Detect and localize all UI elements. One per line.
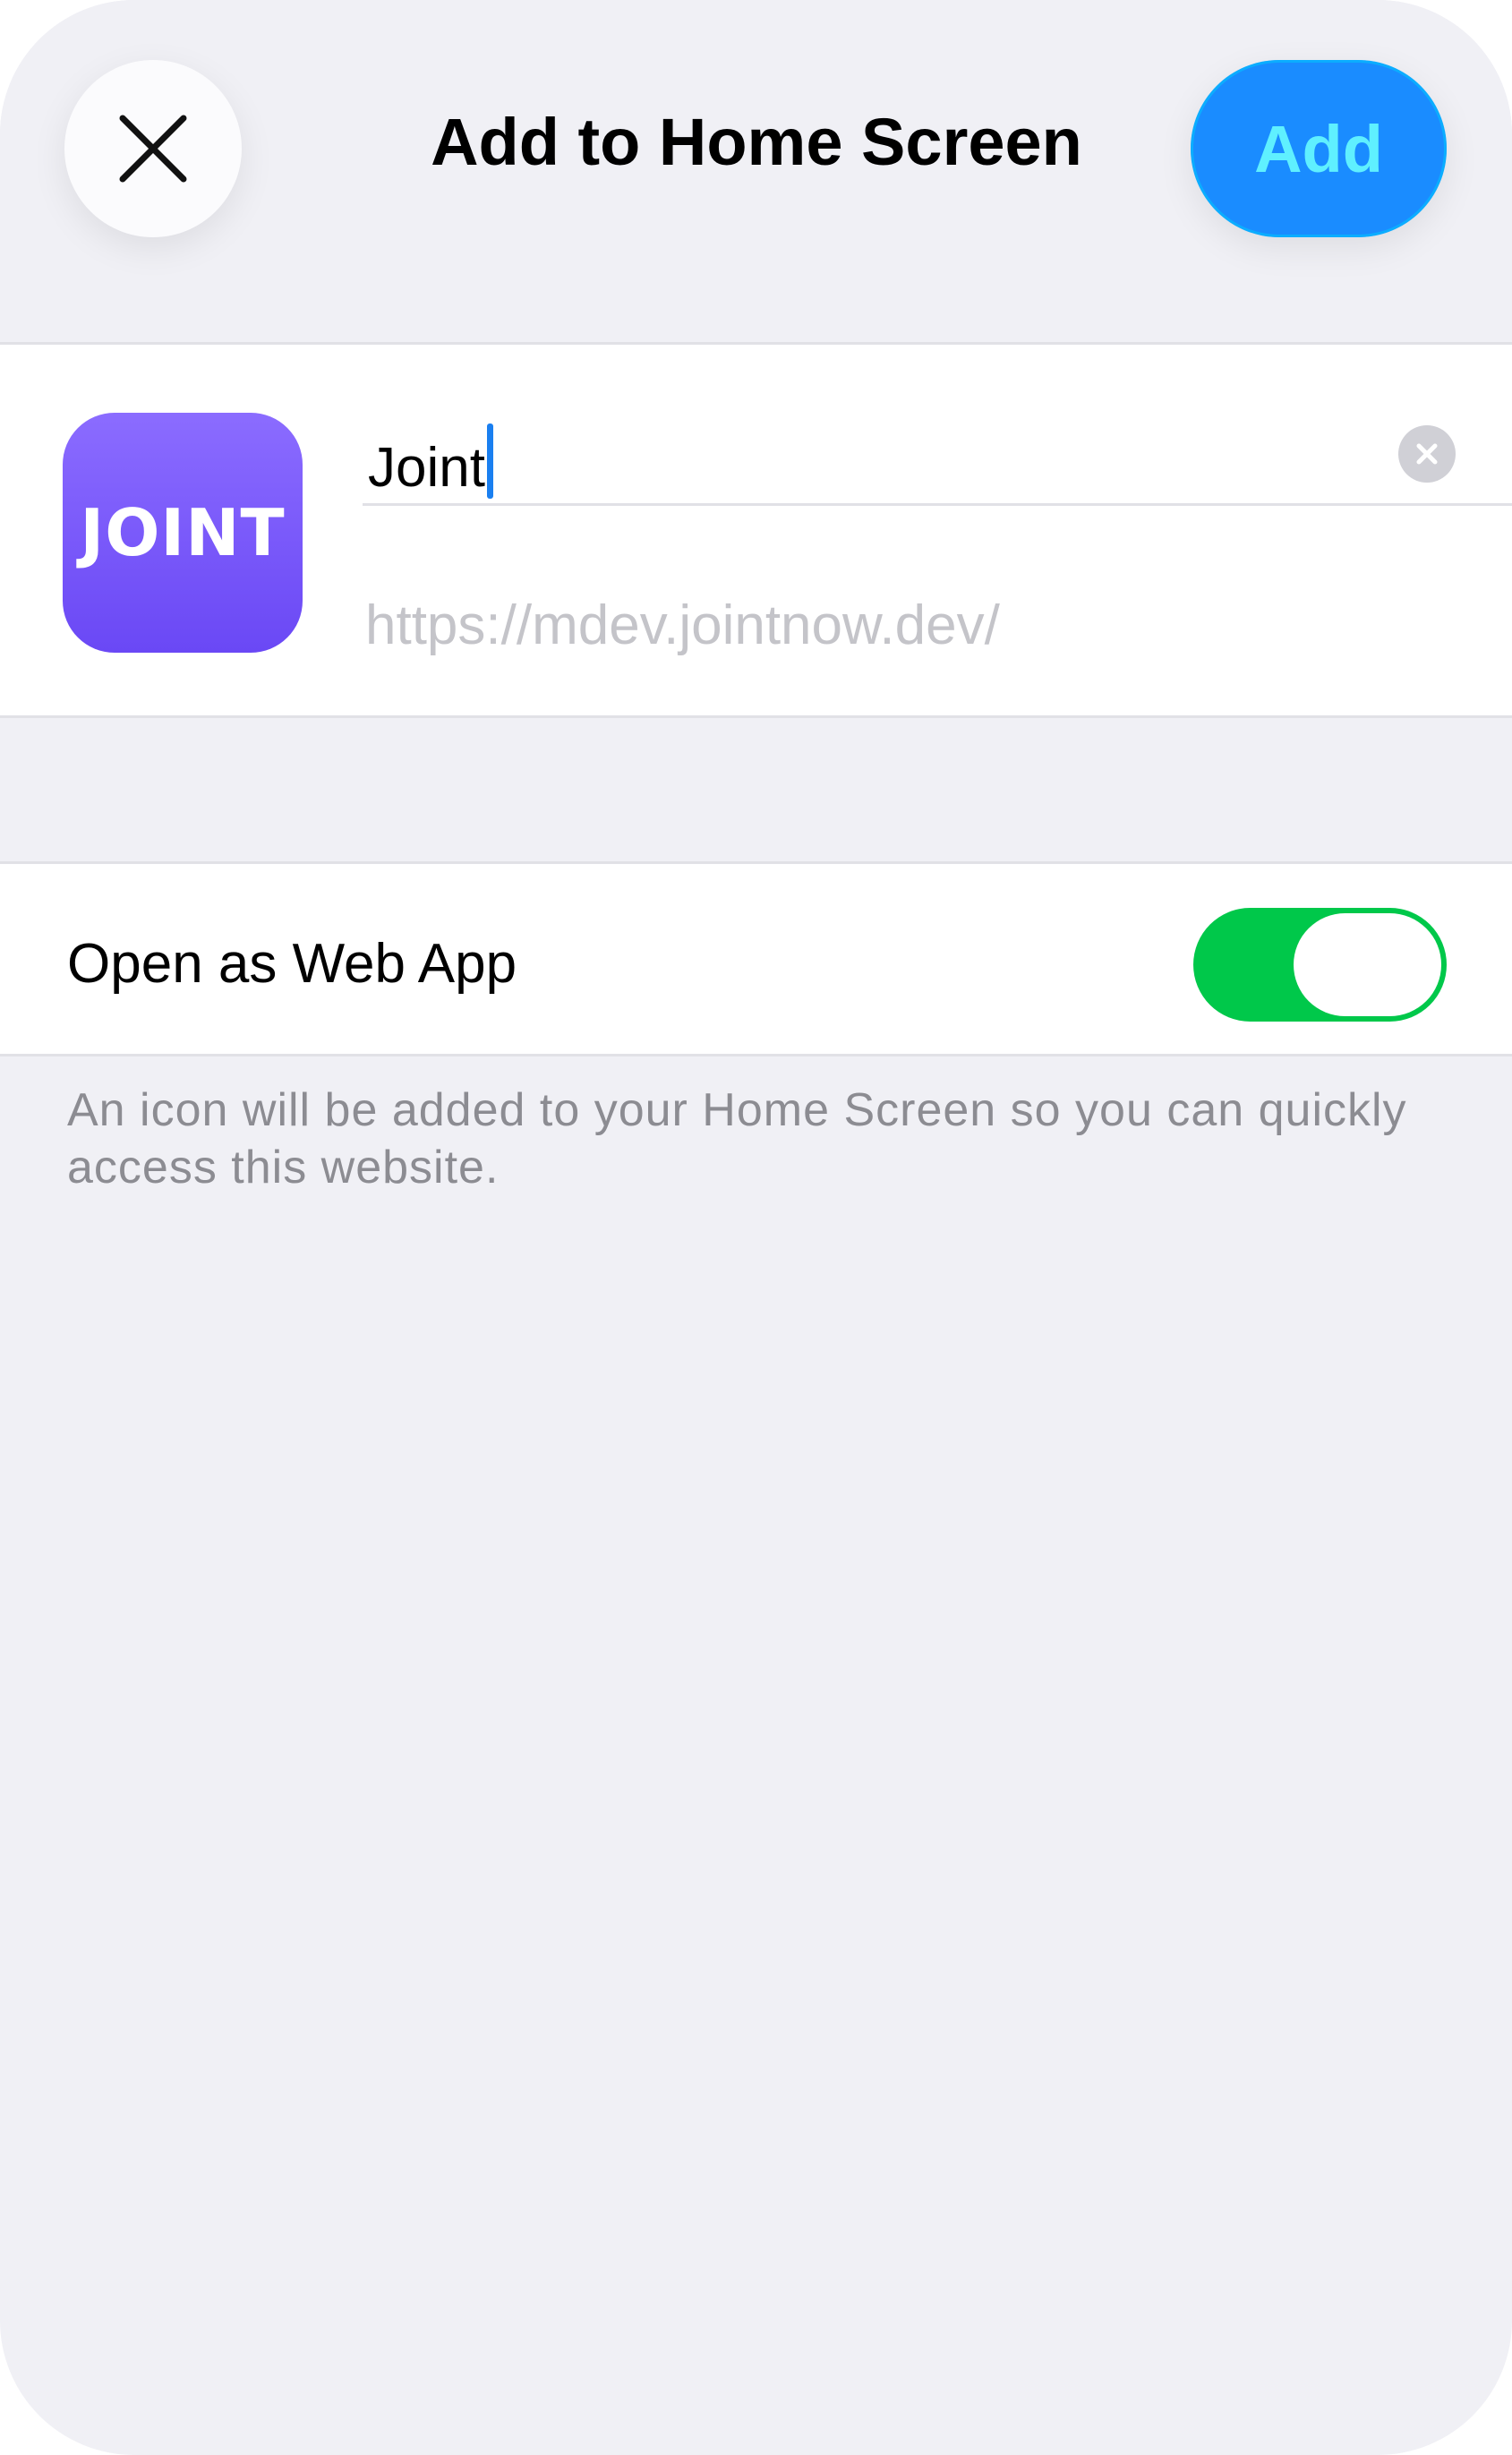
app-info-card: JOINT Joint https://mdev.jointnow.dev/ <box>0 342 1512 718</box>
web-app-toggle[interactable] <box>1193 908 1447 1022</box>
close-button[interactable] <box>64 60 242 237</box>
text-caret <box>486 423 493 499</box>
app-icon-logo-text: JOINT <box>80 495 286 570</box>
add-to-home-screen-sheet: Add to Home Screen Add JOINT Joint https… <box>0 0 1512 2455</box>
app-name-input[interactable]: Joint <box>368 423 493 500</box>
footnote-text: An icon will be added to your Home Scree… <box>67 1084 1407 1193</box>
url-text: https://mdev.jointnow.dev/ <box>365 595 1000 656</box>
app-name-value: Joint <box>368 437 485 499</box>
toggle-knob <box>1294 913 1441 1016</box>
page-title: Add to Home Screen <box>431 105 1082 179</box>
add-button[interactable]: Add <box>1191 60 1447 237</box>
close-icon <box>119 115 187 183</box>
web-app-toggle-row: Open as Web App <box>0 861 1512 1056</box>
header: Add to Home Screen Add <box>0 0 1512 342</box>
app-icon: JOINT <box>63 413 303 653</box>
clear-text-button[interactable] <box>1398 425 1456 483</box>
clear-circle-icon <box>1416 443 1438 465</box>
app-name-field[interactable]: Joint <box>363 381 1512 506</box>
add-button-label: Add <box>1254 111 1383 186</box>
web-app-toggle-label: Open as Web App <box>67 933 517 995</box>
